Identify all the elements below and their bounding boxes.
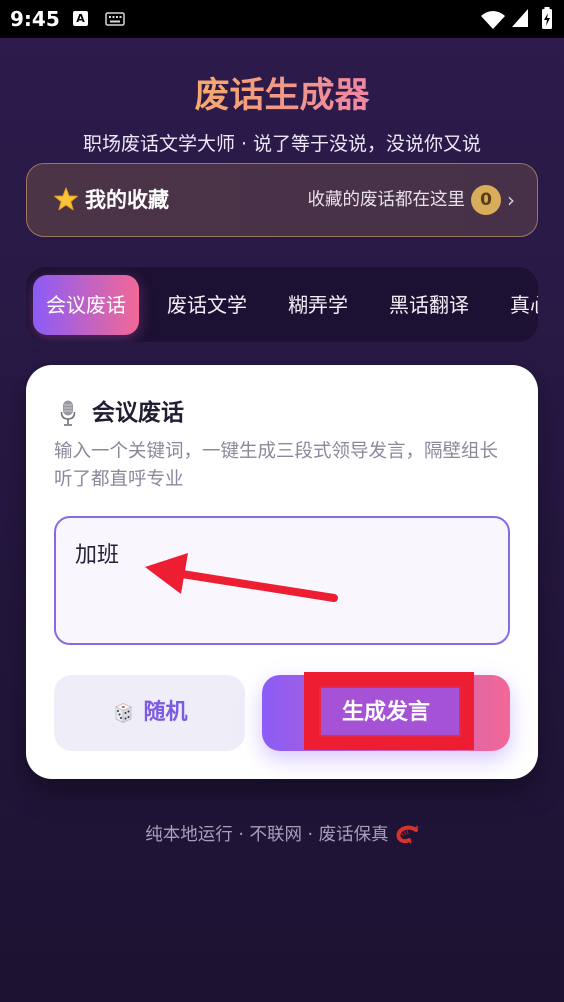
signal-icon	[512, 9, 528, 27]
app-screen: 9:45 A 废话生成器 职场废话文学大师 · 说了等于没说，没说你又说 我的收…	[0, 0, 564, 1002]
generate-speech-button[interactable]: 生成发言	[262, 672, 510, 751]
tab-sincere[interactable]: 真心	[497, 275, 538, 335]
dice-icon	[115, 703, 133, 724]
battery-charging-icon	[542, 7, 552, 29]
status-bar: 9:45 A	[0, 0, 564, 38]
star-icon	[54, 187, 78, 211]
favorites-count-badge: 0	[471, 185, 501, 215]
footer: 纯本地运行 · 不联网 · 废话保真	[0, 822, 564, 848]
tab-nonsense-literature[interactable]: 废话文学	[154, 275, 260, 335]
tab-jargon-translate[interactable]: 黑话翻译	[376, 275, 482, 335]
keyboard-icon	[105, 12, 125, 26]
a-notification-icon: A	[73, 11, 88, 26]
shrimp-icon	[396, 825, 419, 844]
favorites-label: 我的收藏	[85, 188, 169, 212]
card-title: 会议废话	[92, 400, 184, 426]
tab-perfunctory[interactable]: 糊弄学	[275, 275, 361, 335]
wifi-icon	[481, 11, 505, 29]
microphone-icon	[60, 400, 76, 426]
favorites-summary: 收藏的废话都在这里 0 ›	[307, 185, 515, 215]
footer-text: 纯本地运行 · 不联网 · 废话保真	[145, 825, 389, 845]
random-button[interactable]: 随机	[54, 675, 245, 751]
generator-card: 会议废话 输入一个关键词，一键生成三段式领导发言，隔壁组长听了都直呼专业 加班 …	[26, 365, 538, 779]
chevron-right-icon: ›	[507, 188, 515, 212]
favorites-hint: 收藏的废话都在这里	[307, 190, 466, 210]
keyword-input[interactable]: 加班	[54, 516, 510, 645]
tab-meeting-nonsense[interactable]: 会议废话	[33, 275, 139, 335]
generate-button-label: 生成发言	[341, 700, 430, 725]
tabs-track[interactable]: 会议废话 废话文学 糊弄学 黑话翻译 真心	[26, 267, 538, 335]
random-button-label: 随机	[143, 700, 188, 725]
category-tabs: 会议废话 废话文学 糊弄学 黑话翻译 真心	[26, 267, 538, 342]
header: 废话生成器	[0, 73, 564, 119]
app-subtitle: 职场废话文学大师 · 说了等于没说，没说你又说	[82, 133, 482, 155]
app-title: 废话生成器	[194, 73, 369, 119]
favorites-card[interactable]: 我的收藏 收藏的废话都在这里 0 ›	[26, 163, 538, 237]
card-description: 输入一个关键词，一键生成三段式领导发言，隔壁组长听了都直呼专业	[54, 441, 499, 490]
status-time: 9:45	[10, 7, 60, 31]
